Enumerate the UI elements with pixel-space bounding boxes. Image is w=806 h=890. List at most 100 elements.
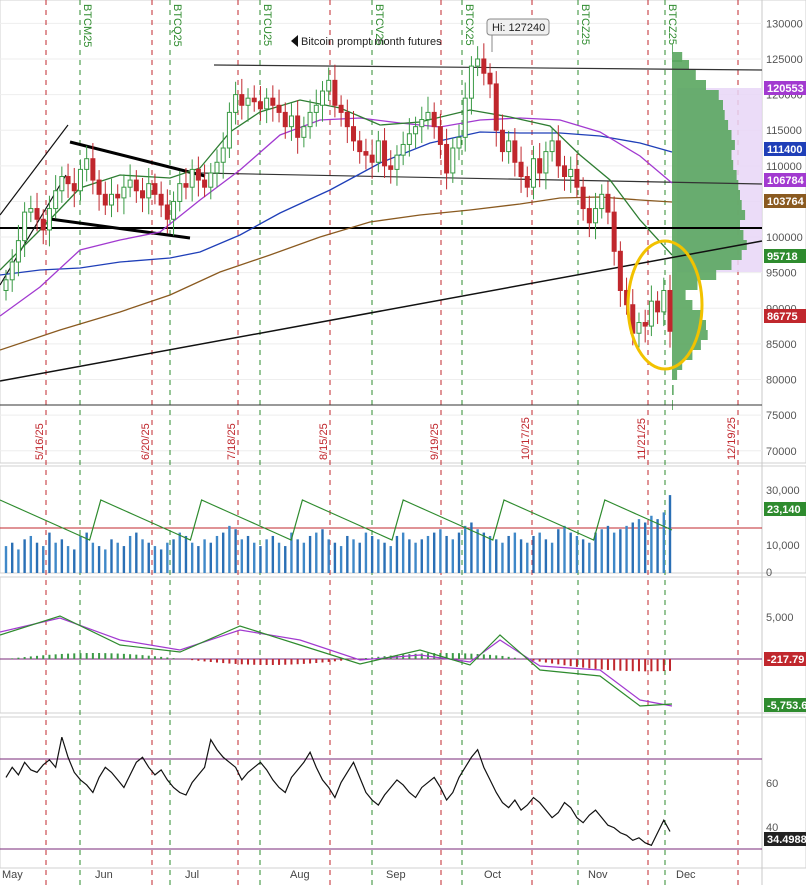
volume-profile-bar bbox=[672, 120, 728, 130]
macd-histogram-bar bbox=[278, 659, 280, 665]
candle-body bbox=[141, 191, 145, 198]
volume-profile-bar bbox=[672, 190, 740, 200]
macd-histogram-bar bbox=[98, 653, 100, 659]
candle-body bbox=[116, 194, 120, 198]
candle-body bbox=[97, 180, 101, 194]
volume-bar bbox=[507, 536, 509, 573]
macd-histogram-bar bbox=[607, 659, 609, 670]
volume-bar bbox=[427, 536, 429, 573]
price-tag-label: 103764 bbox=[767, 196, 805, 208]
volume-bar bbox=[396, 536, 398, 573]
volume-bar bbox=[644, 523, 646, 574]
macd-histogram-bar bbox=[284, 659, 286, 665]
candle-body bbox=[159, 194, 163, 205]
candle-body bbox=[457, 137, 461, 148]
volume-profile-bar bbox=[672, 260, 732, 270]
month-label: Oct bbox=[484, 869, 501, 881]
candle-body bbox=[209, 173, 213, 187]
candle-body bbox=[29, 209, 33, 213]
macd-histogram-bar bbox=[135, 655, 137, 659]
volume-bar bbox=[452, 539, 454, 573]
volume-bar bbox=[371, 536, 373, 573]
volume-bar bbox=[445, 536, 447, 573]
candle-body bbox=[265, 98, 269, 109]
volume-bar bbox=[346, 536, 348, 573]
volume-bar bbox=[5, 546, 7, 573]
volume-bar bbox=[570, 533, 572, 573]
volume-bar bbox=[594, 533, 596, 573]
macd-histogram-bar bbox=[644, 659, 646, 671]
candle-body bbox=[395, 155, 399, 169]
annotation-text: Bitcoin prompt month futures bbox=[301, 36, 442, 48]
volume-bar bbox=[607, 526, 609, 573]
macd-histogram-bar bbox=[619, 659, 621, 671]
bitcoin-futures-chart: 7000075000800008500090000950001000001050… bbox=[0, 0, 806, 885]
macd-histogram-bar bbox=[545, 659, 547, 663]
candle-body bbox=[10, 262, 14, 280]
macd-histogram-bar bbox=[17, 658, 19, 659]
macd-histogram-bar bbox=[191, 659, 193, 660]
candle-body bbox=[594, 209, 598, 223]
volume-bar bbox=[613, 533, 615, 573]
candle-body bbox=[556, 141, 560, 166]
volume-bar bbox=[656, 519, 658, 573]
high-label-text: Hi: 127240 bbox=[492, 22, 545, 34]
volume-bar bbox=[185, 536, 187, 573]
candle-body bbox=[476, 59, 480, 66]
volume-bar bbox=[433, 533, 435, 573]
candle-body bbox=[147, 184, 151, 198]
macd-histogram-bar bbox=[154, 656, 156, 659]
candle-body bbox=[451, 148, 455, 173]
macd-histogram-bar bbox=[228, 659, 230, 664]
month-label: Sep bbox=[386, 869, 406, 881]
volume-bar bbox=[365, 533, 367, 573]
volume-profile-bar bbox=[672, 180, 738, 190]
volume-profile-bar bbox=[672, 280, 698, 290]
volume-tick-label: 10,000 bbox=[766, 540, 800, 552]
volume-bar bbox=[166, 543, 168, 573]
macd-histogram-bar bbox=[117, 654, 119, 659]
volume-profile-bar bbox=[672, 80, 706, 90]
y-tick-label: 125000 bbox=[766, 54, 803, 66]
candle-body bbox=[227, 112, 231, 148]
volume-bar bbox=[588, 543, 590, 573]
candle-body bbox=[128, 180, 132, 187]
volume-profile-bar bbox=[672, 90, 719, 100]
volume-bar bbox=[154, 546, 156, 573]
candle-body bbox=[339, 105, 343, 112]
candle-body bbox=[345, 112, 349, 126]
candle-body bbox=[488, 73, 492, 84]
contract-label: BTCZ25 bbox=[579, 4, 591, 45]
volume-bar bbox=[619, 529, 621, 573]
macd-histogram-bar bbox=[570, 659, 572, 666]
volume-profile-bar bbox=[672, 170, 737, 180]
volume-bar bbox=[520, 539, 522, 573]
volume-profile-bar bbox=[672, 70, 696, 80]
macd-histogram-bar bbox=[638, 659, 640, 671]
volume-bar bbox=[253, 543, 255, 573]
candle-body bbox=[91, 159, 95, 180]
candle-body bbox=[302, 127, 306, 138]
candle-body bbox=[352, 127, 356, 141]
volume-bar bbox=[663, 512, 665, 573]
candle-body bbox=[649, 301, 653, 326]
volume-bar bbox=[197, 546, 199, 573]
volume-bar bbox=[92, 543, 94, 573]
candle-body bbox=[66, 177, 70, 184]
macd-histogram-bar bbox=[61, 654, 63, 659]
macd-histogram-bar bbox=[129, 654, 131, 659]
candle-body bbox=[445, 144, 449, 172]
volume-bar bbox=[148, 543, 150, 573]
volume-bar bbox=[625, 526, 627, 573]
candle-body bbox=[153, 184, 157, 195]
volume-bar bbox=[601, 529, 603, 573]
candle-body bbox=[463, 98, 467, 137]
candle-body bbox=[203, 180, 207, 187]
candle-body bbox=[271, 98, 275, 105]
candle-body bbox=[178, 184, 182, 202]
macd-histogram-bar bbox=[501, 656, 503, 659]
macd-histogram-bar bbox=[582, 659, 584, 668]
candle-body bbox=[109, 194, 113, 205]
candle-body bbox=[606, 194, 610, 212]
macd-histogram-bar bbox=[657, 659, 659, 671]
